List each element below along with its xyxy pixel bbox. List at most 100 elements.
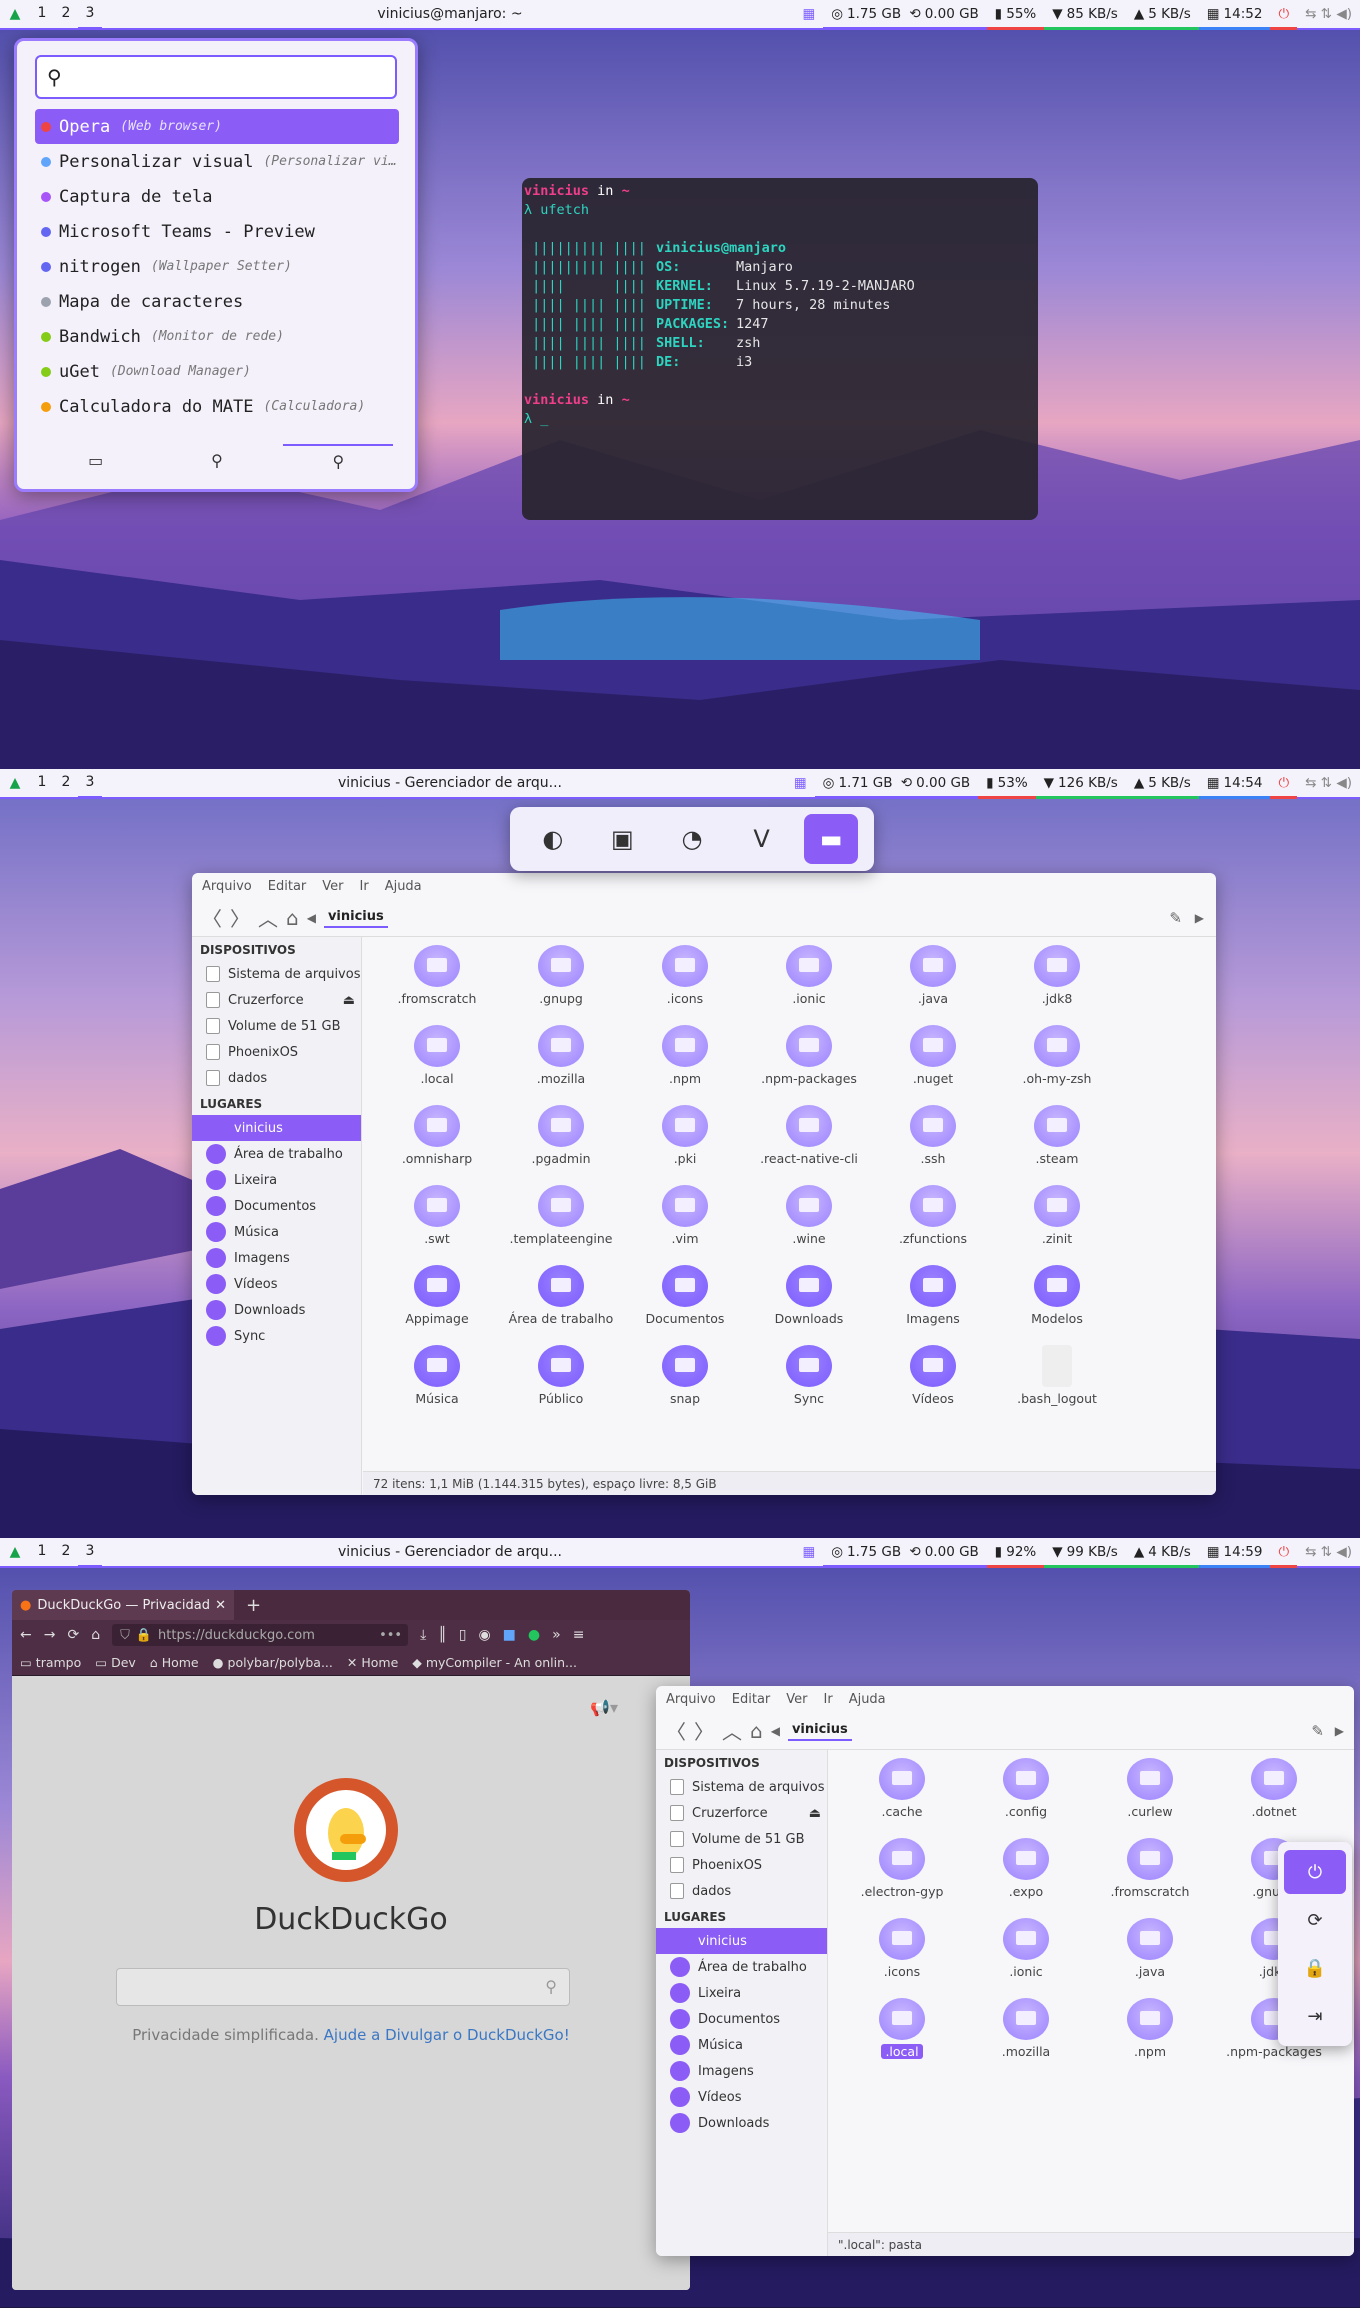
sidebar-device[interactable]: Volume de 51 GB xyxy=(656,1826,827,1852)
menu-ver[interactable]: Ver xyxy=(786,1692,807,1707)
vivaldi-icon[interactable]: V xyxy=(735,814,789,864)
sidebar-place[interactable]: vinicius xyxy=(656,1928,827,1954)
file-item[interactable]: .mozilla xyxy=(499,1025,623,1086)
spread-link[interactable]: Ajude a Divulgar o DuckDuckGo! xyxy=(324,2026,570,2044)
url-bar[interactable]: ⛉ 🔒 https://duckduckgo.com ••• xyxy=(112,1624,409,1646)
close-tab-icon[interactable]: ✕ xyxy=(215,1598,234,1613)
file-item[interactable]: snap xyxy=(623,1345,747,1406)
menu-ver[interactable]: Ver xyxy=(322,879,343,894)
bookmark-dev[interactable]: ▭ Dev xyxy=(95,1655,136,1670)
path-right-icon[interactable]: ▶ xyxy=(1195,911,1204,925)
file-item[interactable]: .steam xyxy=(995,1105,1119,1166)
home-icon[interactable]: ⌂ xyxy=(286,906,299,930)
bookmark-trampo[interactable]: ▭ trampo xyxy=(20,1655,81,1670)
file-manager-icon[interactable]: ▬ xyxy=(804,814,859,864)
sidebar-place[interactable]: Documentos xyxy=(656,2006,827,2032)
sidebar-place[interactable]: Vídeos xyxy=(192,1271,361,1297)
workspace-1[interactable]: 1 xyxy=(30,1538,54,1568)
tab-duckduckgo[interactable]: ● DuckDuckGo — Privacidade ✕ xyxy=(12,1590,234,1620)
file-item[interactable]: .mozilla xyxy=(964,1998,1088,2059)
eject-icon[interactable]: ⏏ xyxy=(343,993,355,1008)
launcher-item[interactable]: Microsoft Teams - Preview xyxy=(35,214,399,249)
forward-icon[interactable]: → xyxy=(44,1627,56,1643)
drun-mode-icon[interactable]: ⚲ xyxy=(283,443,394,471)
account-icon[interactable]: ◉ xyxy=(478,1627,490,1643)
grid-icon[interactable]: ▦ xyxy=(794,1538,823,1568)
workspace-1[interactable]: 1 xyxy=(30,0,54,30)
home-icon[interactable]: ⌂ xyxy=(750,1719,763,1743)
workspace-2[interactable]: 2 xyxy=(54,1538,78,1568)
file-item[interactable]: .ionic xyxy=(964,1918,1088,1979)
workspace-3[interactable]: 3 xyxy=(78,1538,102,1568)
file-item[interactable]: .local xyxy=(375,1025,499,1086)
file-item[interactable]: .dotnet xyxy=(1212,1758,1336,1819)
menu-ajuda[interactable]: Ajuda xyxy=(385,879,422,894)
eject-icon[interactable]: ⏏ xyxy=(809,1806,821,1821)
sidebar-place[interactable]: Lixeira xyxy=(192,1167,361,1193)
menu-ajuda[interactable]: Ajuda xyxy=(849,1692,886,1707)
menu-arquivo[interactable]: Arquivo xyxy=(202,879,252,894)
sidebar-place[interactable]: Downloads xyxy=(192,1297,361,1323)
menu-arquivo[interactable]: Arquivo xyxy=(666,1692,716,1707)
file-item[interactable]: Vídeos xyxy=(871,1345,995,1406)
download-icon[interactable]: ⤓ xyxy=(420,1627,426,1643)
file-item[interactable]: .swt xyxy=(375,1185,499,1246)
launcher-item[interactable]: Mapa de caracteres xyxy=(35,284,399,319)
sidebar-device[interactable]: dados xyxy=(192,1065,361,1091)
manjaro-logo-icon[interactable]: ▲ xyxy=(0,6,30,22)
reboot-icon[interactable]: ⟳ xyxy=(1284,1898,1346,1942)
search-icon[interactable]: ⚲ xyxy=(545,1977,557,1996)
sidebar-place[interactable]: Música xyxy=(656,2032,827,2058)
path-left-icon[interactable]: ◀ xyxy=(307,911,316,925)
file-item[interactable]: .zinit xyxy=(995,1185,1119,1246)
workspace-2[interactable]: 2 xyxy=(54,0,78,30)
menu-ir[interactable]: Ir xyxy=(360,879,369,894)
new-tab-icon[interactable]: + xyxy=(234,1595,261,1616)
terminal-window[interactable]: vinicius in ~ λ ufetch ||||||||| |||| vin… xyxy=(522,178,1038,520)
overflow-icon[interactable]: » xyxy=(552,1627,561,1643)
power-icon[interactable]: ⏻ xyxy=(1270,0,1298,30)
sidebar-icon[interactable]: ▯ xyxy=(459,1627,467,1643)
file-item[interactable]: .pki xyxy=(623,1105,747,1166)
file-item[interactable]: Público xyxy=(499,1345,623,1406)
file-item[interactable]: .fromscratch xyxy=(375,945,499,1006)
launcher-item[interactable]: Calculadora do MATE (Calculadora) xyxy=(35,389,399,424)
path-button[interactable]: vinicius xyxy=(323,907,388,928)
sidebar-place[interactable]: Imagens xyxy=(656,2058,827,2084)
file-item[interactable]: Appimage xyxy=(375,1265,499,1326)
file-item[interactable]: Downloads xyxy=(747,1265,871,1326)
file-item[interactable]: .gnupg xyxy=(499,945,623,1006)
file-item[interactable]: .wine xyxy=(747,1185,871,1246)
launcher-item[interactable]: Captura de tela xyxy=(35,179,399,214)
sidebar-place[interactable]: Lixeira xyxy=(656,1980,827,2006)
logout-icon[interactable]: ⇥ xyxy=(1284,1994,1346,2038)
reload-icon[interactable]: ⟳ xyxy=(67,1627,79,1643)
terminal-icon[interactable]: ▣ xyxy=(595,814,649,864)
up-icon[interactable]: ︿ xyxy=(722,1716,742,1745)
file-item[interactable]: Área de trabalho xyxy=(499,1265,623,1326)
file-item[interactable]: .electron-gyp xyxy=(840,1838,964,1899)
system-monitor-icon[interactable]: ◔ xyxy=(665,814,719,864)
sidebar-place[interactable]: Downloads xyxy=(656,2110,827,2136)
path-right-icon[interactable]: ▶ xyxy=(1335,1724,1344,1738)
workspace-3[interactable]: 3 xyxy=(78,0,102,30)
file-item[interactable]: .oh-my-zsh xyxy=(995,1025,1119,1086)
file-item[interactable]: .nuget xyxy=(871,1025,995,1086)
grid-icon[interactable]: ▦ xyxy=(794,0,823,30)
workspace-2[interactable]: 2 xyxy=(54,769,78,799)
file-item[interactable]: .icons xyxy=(623,945,747,1006)
sidebar-device[interactable]: Sistema de arquivos xyxy=(656,1774,827,1800)
launcher-item[interactable]: Bandwich (Monitor de rede) xyxy=(35,319,399,354)
menu-editar[interactable]: Editar xyxy=(268,879,307,894)
sidebar-place[interactable]: vinicius xyxy=(192,1115,361,1141)
manjaro-logo-icon[interactable]: ▲ xyxy=(0,775,30,791)
launcher-item[interactable]: uGet (Download Manager) xyxy=(35,354,399,389)
file-item[interactable]: .bash_logout xyxy=(995,1345,1119,1406)
bookmark-home[interactable]: ⌂ Home xyxy=(150,1655,199,1670)
search-input[interactable]: ⚲ xyxy=(116,1968,570,2006)
file-item[interactable]: Modelos xyxy=(995,1265,1119,1326)
extension-icon[interactable]: ■ xyxy=(503,1627,516,1643)
file-item[interactable]: Música xyxy=(375,1345,499,1406)
manjaro-logo-icon[interactable]: ▲ xyxy=(0,1544,30,1560)
sidebar-place[interactable]: Imagens xyxy=(192,1245,361,1271)
